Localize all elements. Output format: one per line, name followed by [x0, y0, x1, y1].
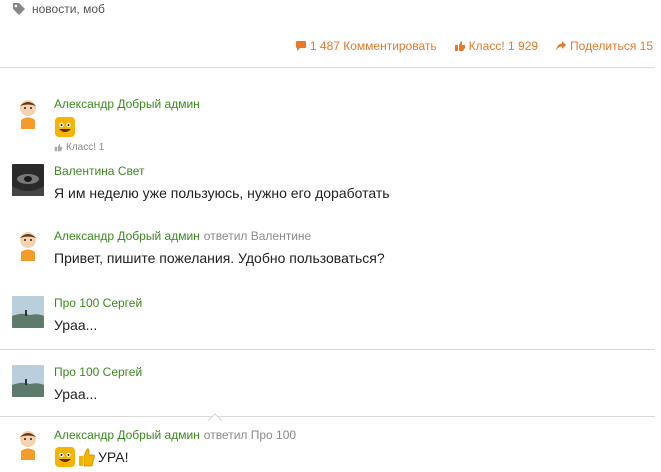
- comment-text: Привет, пишите пожелания. Удобно пользов…: [54, 250, 385, 266]
- comment-author[interactable]: Про 100 Сергей: [54, 365, 142, 379]
- like-count[interactable]: Класс! 1: [54, 142, 655, 153]
- reply-caret: [208, 413, 222, 421]
- comment-body: Александр Добрый админ ответил Валентине …: [54, 229, 655, 267]
- thumbs-up-icon: [79, 448, 95, 467]
- author-line: Александр Добрый админ ответил Про 100: [54, 428, 655, 442]
- comment-text: УРА!: [98, 449, 129, 465]
- comment-button-label: 1 487 Комментировать: [309, 39, 437, 53]
- comment-item: Александр Добрый админ ответил Про 100 УР…: [0, 428, 655, 472]
- comment-body: Александр Добрый админ Класс! 1: [54, 97, 655, 153]
- share-button-label: Поделиться 15: [570, 39, 653, 53]
- comment-button[interactable]: 1 487 Комментировать: [295, 39, 437, 53]
- comment-text: Я им неделю уже пользуюсь, нужно его дор…: [54, 185, 390, 201]
- comment-author[interactable]: Про 100 Сергей: [54, 296, 142, 310]
- comment-author[interactable]: Александр Добрый админ: [54, 97, 200, 111]
- cartoon-avatar[interactable]: [12, 428, 44, 460]
- comment-body: Про 100 Сергей Ураа...: [54, 365, 655, 403]
- comment-item: Валентина Свет Я им неделю уже пользуюсь…: [0, 164, 655, 204]
- author-line: Про 100 Сергей: [54, 365, 655, 379]
- comment-divider: [0, 349, 655, 350]
- header-divider: [0, 67, 655, 68]
- cartoon-avatar[interactable]: [12, 97, 44, 129]
- smile-icon: [55, 117, 75, 137]
- share-arrow-icon: [556, 41, 567, 51]
- comment-author[interactable]: Александр Добрый админ: [54, 428, 200, 442]
- comment-author[interactable]: Валентина Свет: [54, 164, 145, 178]
- post-actions: 1 487 Комментировать Класс! 1 929 Подели…: [295, 39, 653, 53]
- reply-to[interactable]: ответил Про 100: [204, 428, 296, 442]
- smile-icon: [55, 447, 75, 467]
- comment-text: Ураа...: [54, 317, 98, 333]
- author-line: Александр Добрый админ ответил Валентине: [54, 229, 655, 243]
- share-button[interactable]: Поделиться 15: [555, 39, 653, 53]
- author-line: Про 100 Сергей: [54, 296, 655, 310]
- comment-bubble-icon: [295, 41, 306, 51]
- tags-text[interactable]: новости, моб: [32, 2, 105, 16]
- comment-divider: [0, 416, 655, 417]
- tags-row: новости, моб: [12, 2, 105, 16]
- comment-author[interactable]: Александр Добрый админ: [54, 229, 200, 243]
- comment-text-row: УРА!: [54, 446, 655, 468]
- klass-button[interactable]: Класс! 1 929: [454, 39, 538, 53]
- comment-item: Александр Добрый админ Класс! 1: [0, 97, 655, 157]
- tag-icon: [13, 3, 25, 15]
- comment-body: Александр Добрый админ ответил Про 100 УР…: [54, 428, 655, 468]
- author-line: Александр Добрый админ: [54, 97, 655, 111]
- emoji-row: [54, 116, 655, 138]
- klass-button-label: Класс! 1 929: [468, 39, 539, 53]
- comment-item: Александр Добрый админ ответил Валентине …: [0, 229, 655, 269]
- author-line: Валентина Свет: [54, 164, 655, 178]
- comment-text: Ураа...: [54, 386, 98, 402]
- reply-to[interactable]: ответил Валентине: [204, 229, 311, 243]
- thumbs-up-icon: [54, 143, 63, 152]
- thumbs-up-icon: [454, 41, 465, 51]
- comment-item: Про 100 Сергей Ураа...: [0, 296, 655, 336]
- comment-body: Про 100 Сергей Ураа...: [54, 296, 655, 334]
- cartoon-avatar[interactable]: [12, 229, 44, 261]
- landscape-avatar[interactable]: [12, 296, 44, 328]
- comment-item: Про 100 Сергей Ураа...: [0, 365, 655, 405]
- like-label: Класс! 1: [66, 142, 105, 153]
- comment-body: Валентина Свет Я им неделю уже пользуюсь…: [54, 164, 655, 202]
- photo-avatar[interactable]: [12, 164, 44, 196]
- landscape-avatar[interactable]: [12, 365, 44, 397]
